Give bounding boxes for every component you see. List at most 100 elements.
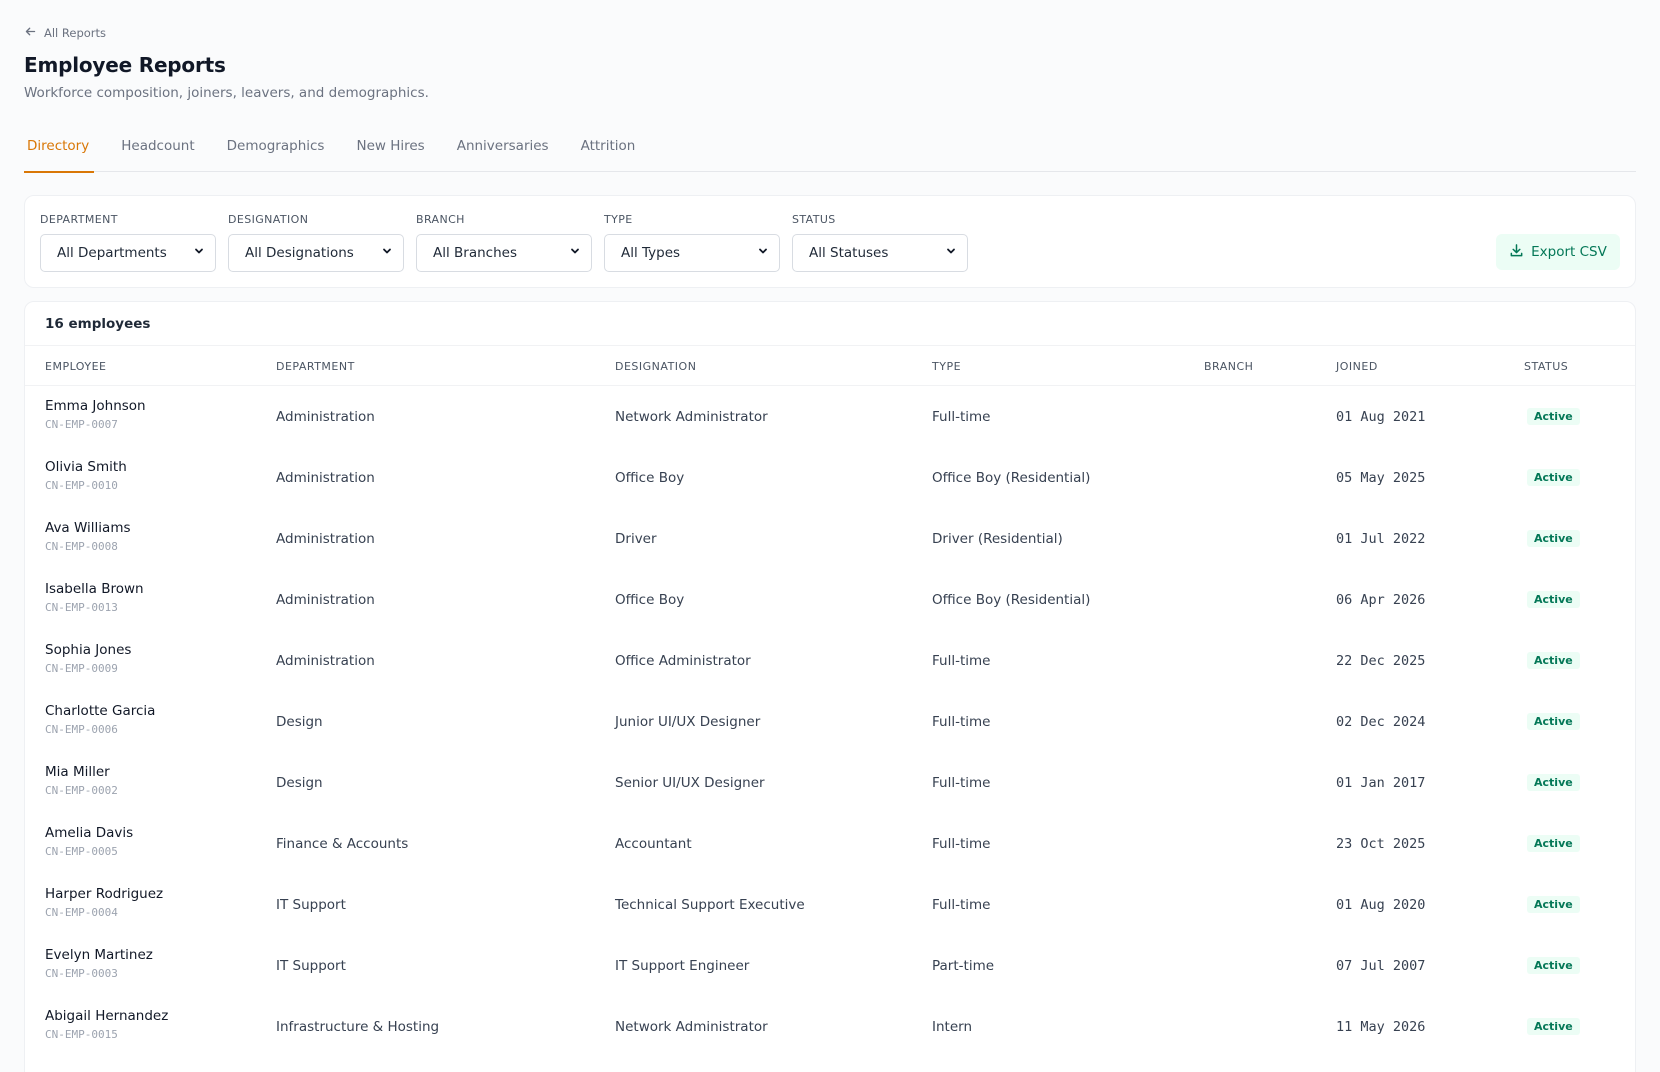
employee-id: CN-EMP-0003 bbox=[45, 967, 118, 980]
joined-cell: 05 May 2025 bbox=[1336, 470, 1426, 486]
filter-designation: DESIGNATION All Designations bbox=[228, 213, 404, 272]
branch-select[interactable]: All Branches bbox=[416, 234, 592, 272]
designation-cell: Office Boy bbox=[615, 470, 685, 486]
type-cell: Full-time bbox=[932, 653, 991, 669]
table-row[interactable]: Ava Williams CN-EMP-0008 Administration Dri… bbox=[25, 508, 1635, 569]
column-header-status[interactable]: STATUS bbox=[1524, 360, 1568, 373]
employee-name[interactable]: Abigail Hernandez bbox=[45, 1008, 168, 1024]
employee-id: CN-EMP-0005 bbox=[45, 845, 118, 858]
employee-name[interactable]: Emma Johnson bbox=[45, 398, 146, 414]
designation-cell: Junior UI/UX Designer bbox=[615, 714, 761, 730]
joined-cell: 06 Apr 2026 bbox=[1336, 592, 1426, 608]
designation-select[interactable]: All Designations bbox=[228, 234, 404, 272]
department-cell: Administration bbox=[276, 470, 375, 486]
status-badge: Active bbox=[1527, 591, 1580, 608]
status-badge: Active bbox=[1527, 896, 1580, 913]
table-header: EMPLOYEE DEPARTMENT DESIGNATION TYPE BRA… bbox=[25, 346, 1635, 386]
table-row[interactable]: Harper Rodriguez CN-EMP-0004 IT Support Tec… bbox=[25, 874, 1635, 935]
filter-department: DEPARTMENT All Departments bbox=[40, 213, 216, 272]
chevron-down-icon bbox=[945, 245, 957, 261]
filter-label: TYPE bbox=[604, 213, 633, 226]
page: All Reports Employee Reports Workforce c… bbox=[24, 24, 1636, 1072]
designation-cell: Office Boy bbox=[615, 592, 685, 608]
employee-name[interactable]: Evelyn Martinez bbox=[45, 947, 153, 963]
department-cell: Administration bbox=[276, 592, 375, 608]
designation-cell: Driver bbox=[615, 531, 657, 547]
table-row[interactable]: Charlotte Garcia CN-EMP-0006 Design Junior … bbox=[25, 691, 1635, 752]
status-badge: Active bbox=[1527, 774, 1580, 791]
joined-cell: 23 Oct 2025 bbox=[1336, 836, 1426, 852]
employee-name[interactable]: Olivia Smith bbox=[45, 459, 127, 475]
department-cell: Administration bbox=[276, 409, 375, 425]
tab-directory[interactable]: Directory bbox=[24, 128, 95, 173]
joined-cell: 11 May 2026 bbox=[1336, 1019, 1426, 1035]
filter-label: BRANCH bbox=[416, 213, 465, 226]
type-cell: Part-time bbox=[932, 958, 995, 974]
column-header-employee[interactable]: EMPLOYEE bbox=[45, 360, 107, 373]
department-cell: Administration bbox=[276, 531, 375, 547]
tab-new-hires[interactable]: New Hires bbox=[353, 128, 427, 172]
tab-headcount[interactable]: Headcount bbox=[118, 128, 197, 172]
type-cell: Full-time bbox=[932, 775, 991, 791]
status-badge: Active bbox=[1527, 408, 1580, 425]
export-csv-button[interactable]: Export CSV bbox=[1496, 234, 1620, 270]
column-header-type[interactable]: TYPE bbox=[932, 360, 961, 373]
designation-cell: Technical Support Executive bbox=[615, 897, 805, 913]
status-select[interactable]: All Statuses bbox=[792, 234, 968, 272]
tab-anniversaries[interactable]: Anniversaries bbox=[454, 128, 552, 172]
tab-demographics[interactable]: Demographics bbox=[224, 128, 328, 172]
select-value: All Statuses bbox=[809, 245, 889, 261]
employee-name[interactable]: Harper Rodriguez bbox=[45, 886, 163, 902]
type-select[interactable]: All Types bbox=[604, 234, 780, 272]
employee-name[interactable]: Charlotte Garcia bbox=[45, 703, 155, 719]
employee-table: 16 employees EMPLOYEE DEPARTMENT DESIGNA… bbox=[24, 301, 1636, 1072]
type-cell: Intern bbox=[932, 1019, 973, 1035]
status-badge: Active bbox=[1527, 835, 1580, 852]
table-row[interactable]: Amelia Davis CN-EMP-0005 Finance & Account… bbox=[25, 813, 1635, 874]
table-row[interactable]: Emma Johnson CN-EMP-0007 Administration Net… bbox=[25, 386, 1635, 447]
arrow-left-icon bbox=[24, 25, 37, 41]
chevron-down-icon bbox=[757, 245, 769, 261]
employee-id: CN-EMP-0007 bbox=[45, 418, 118, 431]
status-badge: Active bbox=[1527, 469, 1580, 486]
back-link[interactable]: All Reports bbox=[24, 24, 1636, 42]
select-value: All Branches bbox=[433, 245, 517, 261]
filter-card: DEPARTMENT All Departments DESIGNATION A… bbox=[24, 195, 1636, 288]
employee-name[interactable]: Ava Williams bbox=[45, 520, 131, 536]
employee-id: CN-EMP-0015 bbox=[45, 1028, 118, 1041]
filter-branch: BRANCH All Branches bbox=[416, 213, 592, 272]
type-cell: Full-time bbox=[932, 714, 991, 730]
joined-cell: 01 Aug 2020 bbox=[1336, 897, 1426, 913]
designation-cell: IT Support Engineer bbox=[615, 958, 750, 974]
employee-id: CN-EMP-0008 bbox=[45, 540, 118, 553]
status-badge: Active bbox=[1527, 652, 1580, 669]
department-select[interactable]: All Departments bbox=[40, 234, 216, 272]
designation-cell: Network Administrator bbox=[615, 409, 768, 425]
column-header-designation[interactable]: DESIGNATION bbox=[615, 360, 696, 373]
column-header-branch[interactable]: BRANCH bbox=[1204, 360, 1253, 373]
table-row[interactable]: Isabella Brown CN-EMP-0013 Administration O… bbox=[25, 569, 1635, 630]
tab-attrition[interactable]: Attrition bbox=[578, 128, 639, 172]
table-row[interactable]: Mia Miller CN-EMP-0002 Design Senior UI/UX … bbox=[25, 752, 1635, 813]
employee-count: 16 employees bbox=[25, 302, 1635, 346]
filter-label: DEPARTMENT bbox=[40, 213, 118, 226]
table-row[interactable]: Olivia Smith CN-EMP-0010 Administration Off… bbox=[25, 447, 1635, 508]
department-cell: Finance & Accounts bbox=[276, 836, 409, 852]
table-row[interactable]: Abigail Hernandez CN-EMP-0015 Infrastructu… bbox=[25, 996, 1635, 1057]
designation-cell: Network Administrator bbox=[615, 1019, 768, 1035]
status-badge: Active bbox=[1527, 957, 1580, 974]
employee-name[interactable]: Amelia Davis bbox=[45, 825, 133, 841]
employee-name[interactable]: Mia Miller bbox=[45, 764, 110, 780]
employee-id: CN-EMP-0010 bbox=[45, 479, 118, 492]
select-value: All Types bbox=[621, 245, 681, 261]
column-header-department[interactable]: DEPARTMENT bbox=[276, 360, 355, 373]
employee-id: CN-EMP-0009 bbox=[45, 662, 118, 675]
type-cell: Full-time bbox=[932, 897, 991, 913]
employee-name[interactable]: Sophia Jones bbox=[45, 642, 131, 658]
status-badge: Active bbox=[1527, 530, 1580, 547]
table-row[interactable]: Evelyn Martinez CN-EMP-0003 IT Support IT S… bbox=[25, 935, 1635, 996]
column-header-joined[interactable]: JOINED bbox=[1336, 360, 1378, 373]
employee-name[interactable]: Isabella Brown bbox=[45, 581, 144, 597]
table-row[interactable]: Sophia Jones CN-EMP-0009 Administration Off… bbox=[25, 630, 1635, 691]
department-cell: Design bbox=[276, 714, 323, 730]
